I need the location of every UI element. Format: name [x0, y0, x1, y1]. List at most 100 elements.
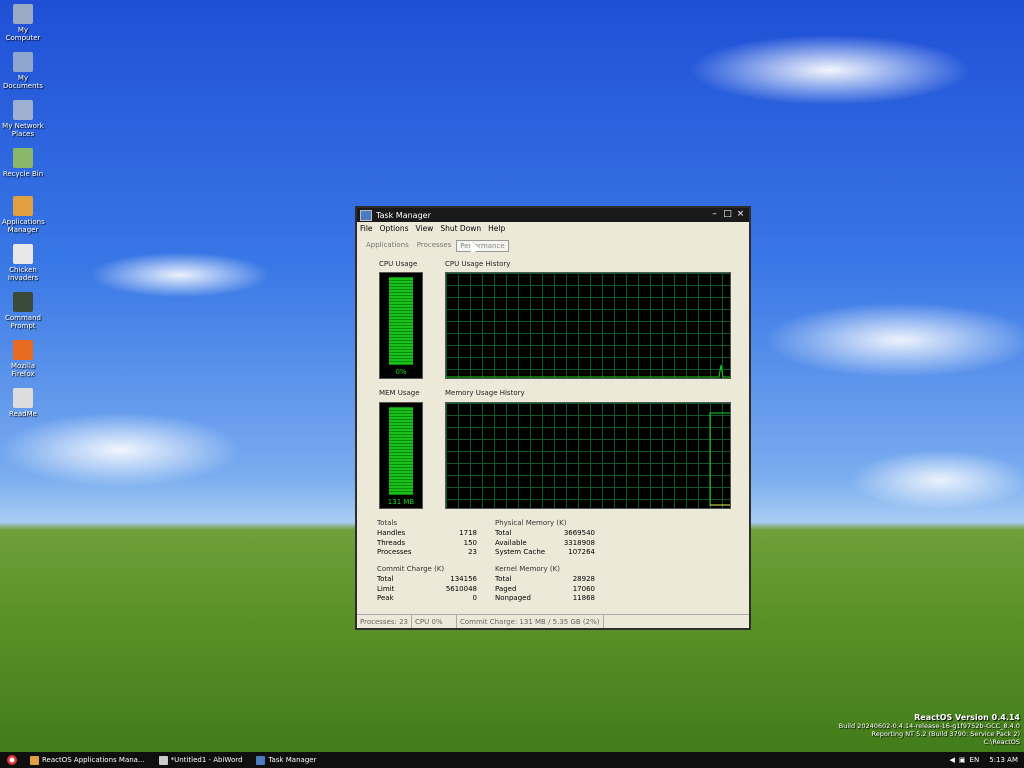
status-processes: Processes: 23 — [357, 615, 412, 628]
stat-label: Total — [377, 575, 394, 583]
stat-value: 5610048 — [445, 584, 477, 593]
stat-value: 0 — [472, 594, 477, 602]
desktop-icon-label: Applications Manager — [2, 218, 45, 234]
desktop-icon-mozilla-firefox[interactable]: Mozilla Firefox — [2, 340, 44, 378]
lang-indicator[interactable]: EN — [970, 756, 980, 764]
stat-value: 134156 — [450, 575, 477, 583]
watermark-version: ReactOS Version 0.4.14 — [914, 713, 1020, 722]
window-title: Task Manager — [376, 210, 431, 220]
cpu-usage-meter: 0% — [379, 272, 423, 379]
stat-value: 11868 — [572, 594, 595, 602]
desktop-icon-label: Command Prompt — [5, 314, 41, 330]
maximize-button[interactable]: □ — [722, 210, 733, 220]
stat-value: 23 — [468, 548, 477, 556]
stat-row: Paged 17060 — [495, 585, 595, 595]
kernel-memory-group: Kernel Memory (K) Total 28928 Paged 17060 No… — [495, 565, 595, 604]
desktop-icon-label: Recycle Bin — [2, 170, 44, 178]
menu-file[interactable]: File — [360, 224, 373, 236]
desktop-icon-my-network-places[interactable]: My Network Places — [2, 100, 44, 138]
start-icon — [7, 755, 17, 765]
desktop-icon-label: Mozilla Firefox — [10, 362, 36, 378]
mozilla-firefox-icon — [13, 340, 33, 360]
cpu-history-line — [446, 364, 730, 378]
stat-label: Threads — [377, 538, 406, 547]
stat-row: Total 134156 — [377, 575, 477, 585]
stat-row: Threads 150 — [377, 539, 477, 549]
stat-label: Peak — [377, 594, 394, 602]
chicken-invaders-icon — [13, 244, 33, 264]
task-icon — [158, 755, 168, 765]
menu-options[interactable]: Options — [380, 224, 409, 236]
desktop-icon-my-computer[interactable]: My Computer — [2, 4, 44, 42]
watermark-build: Build 20240602-0.4.14-release-16-g1f9752… — [838, 722, 1020, 730]
taskbar-button-2[interactable]: Task Manager — [252, 753, 320, 767]
stat-label: Total — [495, 529, 512, 537]
stat-value: 107264 — [568, 548, 595, 556]
close-button[interactable]: × — [735, 210, 746, 220]
tab-strip: Applications Processes Performance — [363, 240, 511, 252]
stat-row: Limit 5610048 — [377, 585, 477, 595]
menu-shut-down[interactable]: Shut Down — [440, 224, 481, 236]
commit-charge-header: Commit Charge (K) — [377, 565, 445, 573]
version-watermark: ReactOS Version 0.4.14 Build 20240602-0.… — [838, 713, 1020, 747]
desktop-icon-command-prompt[interactable]: Command Prompt — [2, 292, 44, 330]
desktop-icon-readme[interactable]: ReadMe — [2, 388, 44, 418]
start-button[interactable] — [4, 753, 20, 767]
status-cpu: CPU 0% — [412, 615, 457, 628]
mem-usage-label: MEM Usage — [379, 389, 420, 397]
totals-header: Totals — [377, 519, 397, 527]
applications-manager-icon — [13, 196, 33, 216]
taskbar-button-1[interactable]: *Untitled1 - AbiWord — [155, 753, 247, 767]
task-label: ReactOS Applications Mana... — [42, 756, 145, 764]
task-label: *Untitled1 - AbiWord — [170, 756, 243, 764]
volume-icon[interactable]: ◀ — [950, 756, 955, 764]
stat-row: Total 3669540 — [495, 529, 595, 539]
task-icon — [256, 755, 266, 765]
menu-view[interactable]: View — [416, 224, 434, 236]
task-icon — [30, 755, 39, 765]
stat-label: Processes — [377, 548, 412, 556]
command-prompt-icon — [13, 292, 33, 312]
stat-value: 3318908 — [563, 538, 595, 547]
recycle-bin-icon — [13, 148, 33, 168]
taskbar-button-0[interactable]: ReactOS Applications Mana... — [26, 753, 149, 767]
desktop-icon-label: ReadMe — [9, 410, 37, 418]
system-tray: ◀ ▣ EN 5:13 AM — [946, 756, 1024, 764]
my-documents-icon — [13, 52, 33, 72]
stat-value: 3669540 — [563, 529, 595, 537]
stat-value: 150 — [463, 538, 477, 547]
mem-usage-value: 131 MB — [387, 498, 415, 506]
physical-memory-group: Physical Memory (K) Total 3669540 Availabl… — [495, 519, 595, 558]
desktop-icon-recycle-bin[interactable]: Recycle Bin — [2, 148, 44, 178]
desktop-icon-my-documents[interactable]: My Documents — [2, 52, 44, 90]
desktop-icon-label: My Computer — [5, 26, 41, 42]
watermark-reporting: Reporting NT 5.2 (Build 3790: Service Pa… — [871, 730, 1020, 738]
clock[interactable]: 5:13 AM — [989, 756, 1018, 764]
task-manager-window: Task Manager – □ × File Options View Shu… — [355, 206, 751, 630]
title-bar[interactable]: Task Manager – □ × — [357, 208, 749, 222]
stat-row: Available 3318908 — [495, 539, 595, 549]
tab-applications[interactable]: Applications — [363, 240, 412, 252]
desktop-icon-label: My Documents — [3, 74, 43, 90]
menu-help[interactable]: Help — [488, 224, 505, 236]
stat-label: Limit — [377, 584, 395, 593]
minimize-button[interactable]: – — [709, 210, 720, 220]
physical-memory-header: Physical Memory (K) — [495, 519, 567, 527]
stat-row: System Cache 107264 — [495, 548, 595, 558]
desktop-icon-applications-manager[interactable]: Applications Manager — [2, 196, 45, 234]
taskbar: ReactOS Applications Mana... *Untitled1 -… — [0, 752, 1024, 768]
mem-history-label: Memory Usage History — [445, 389, 525, 397]
network-icon[interactable]: ▣ — [959, 756, 966, 764]
mem-history-graph — [445, 402, 731, 509]
task-label: Task Manager — [268, 756, 317, 764]
kernel-memory-header: Kernel Memory (K) — [495, 565, 560, 573]
stat-label: System Cache — [495, 548, 546, 556]
stat-value: 1718 — [459, 529, 477, 537]
desktop-icon-chicken-invaders[interactable]: Chicken Invaders — [2, 244, 44, 282]
totals-group: Totals Handles 1718 Threads 150 Processes 23 — [377, 519, 477, 558]
stat-row: Nonpaged 11868 — [495, 594, 595, 604]
tab-processes[interactable]: Processes — [414, 240, 455, 252]
desktop-icon-label: My Network Places — [2, 122, 44, 138]
stat-value: 17060 — [572, 584, 595, 593]
tab-performance[interactable]: Performance — [456, 240, 509, 252]
